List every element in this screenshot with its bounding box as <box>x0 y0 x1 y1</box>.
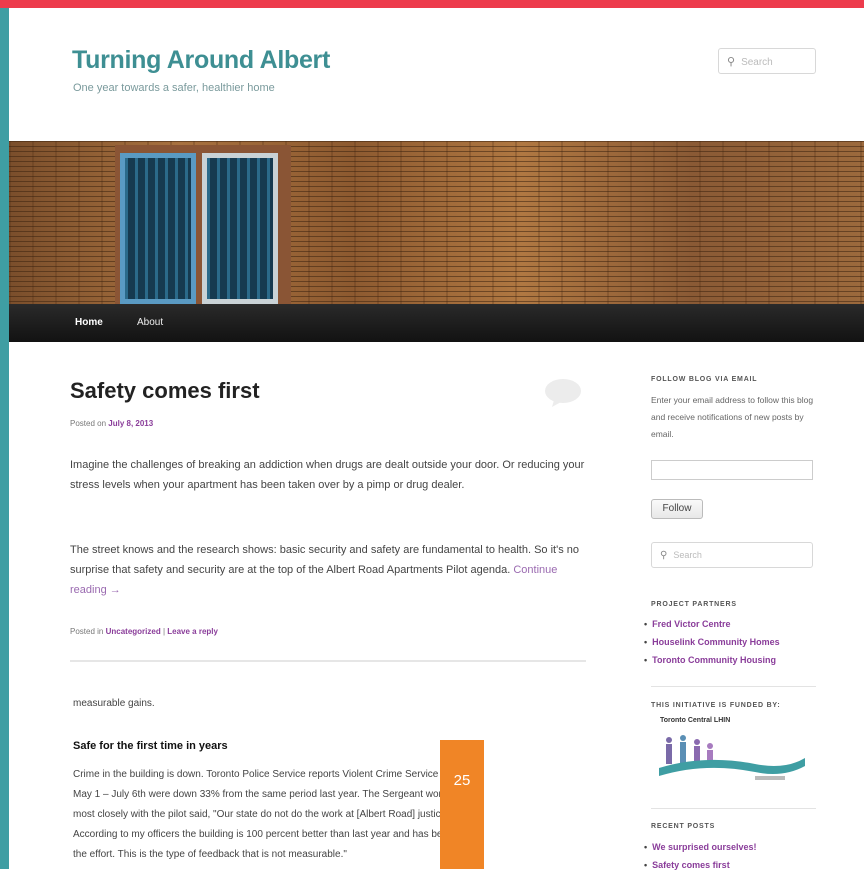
site-description: One year towards a safer, healthier home <box>73 82 275 94</box>
sidebar-search-placeholder: Search <box>673 550 702 560</box>
nav-item-about[interactable]: About <box>137 317 163 328</box>
leave-reply-link[interactable]: Leave a reply <box>167 627 218 636</box>
site-title[interactable]: Turning Around Albert <box>72 46 330 75</box>
nav-item-home[interactable]: Home <box>75 317 103 328</box>
post-paragraph-1: Imagine the challenges of breaking an ad… <box>70 459 585 491</box>
post-meta: Posted on July 8, 2013 <box>70 419 153 428</box>
follow-button[interactable]: Follow <box>651 499 703 519</box>
header-search-placeholder: Search <box>741 57 773 68</box>
recent-post-link[interactable]: We surprised ourselves! <box>644 838 834 856</box>
partner-link-tch[interactable]: Toronto Community Housing <box>644 651 834 669</box>
snippet-text: measurable gains. <box>73 698 155 709</box>
body-line-5: the effort. This is the type of feedback… <box>73 849 347 860</box>
post-paragraph-2-text: The street knows and the research shows:… <box>70 544 579 576</box>
partners-widget-title: PROJECT PARTNERS <box>651 601 737 608</box>
posted-on-label: Posted on <box>70 419 107 428</box>
main-navigation: Home About <box>9 304 864 342</box>
recent-post-link[interactable]: Safety comes first <box>644 856 834 874</box>
body-line-1: Crime in the building is down. Toronto P… <box>73 769 479 780</box>
funded-widget-title: THIS INITIATIVE IS FUNDED BY: <box>651 702 781 709</box>
funder-name: Toronto Central LHIN <box>660 717 731 724</box>
window-pane-right <box>202 153 278 304</box>
header-banner-image <box>9 141 864 304</box>
follow-widget-text: Enter your email address to follow this … <box>651 395 814 439</box>
recent-posts-title: RECENT POSTS <box>651 823 716 830</box>
body-line-3: most closely with the pilot said, "Our s… <box>73 809 463 820</box>
partners-list: Fred Victor Centre Houselink Community H… <box>644 615 834 669</box>
body-line-2: May 1 – July 6th were down 33% from the … <box>73 789 461 800</box>
sidebar-search-input[interactable]: ⚲ Search <box>651 542 813 568</box>
search-icon: ⚲ <box>727 56 736 68</box>
sidebar-divider <box>651 686 816 687</box>
post-footer: Posted in Uncategorized | Leave a reply <box>70 627 218 636</box>
comment-bubble-icon[interactable] <box>544 378 582 408</box>
banner-window <box>115 145 291 304</box>
lhin-logo-image[interactable] <box>655 728 810 788</box>
search-icon: ⚲ <box>660 550 668 561</box>
post-divider <box>70 660 586 662</box>
partner-link-houselink[interactable]: Houselink Community Homes <box>644 633 834 651</box>
body-line-4: According to my officers the building is… <box>73 829 481 840</box>
sidebar-divider <box>651 808 816 809</box>
posted-in-label: Posted in <box>70 627 104 636</box>
page-number-badge: 25 <box>440 740 484 869</box>
post-paragraph-2: The street knows and the research shows:… <box>70 540 590 600</box>
post-date-link[interactable]: July 8, 2013 <box>108 419 153 428</box>
follow-widget-title: FOLLOW BLOG VIA EMAIL <box>651 376 758 383</box>
header-search-input[interactable]: ⚲ Search <box>718 48 816 74</box>
window-pane-left <box>120 153 196 304</box>
post-title[interactable]: Safety comes first <box>70 378 260 404</box>
top-accent-bar <box>0 0 864 8</box>
left-accent-bar <box>0 8 9 869</box>
footer-separator: | <box>162 627 166 636</box>
section-body: Crime in the building is down. Toronto P… <box>73 765 593 865</box>
section-heading: Safe for the first time in years <box>73 740 228 752</box>
email-field[interactable] <box>651 460 813 480</box>
partner-link-fred-victor[interactable]: Fred Victor Centre <box>644 615 834 633</box>
category-link[interactable]: Uncategorized <box>106 627 161 636</box>
